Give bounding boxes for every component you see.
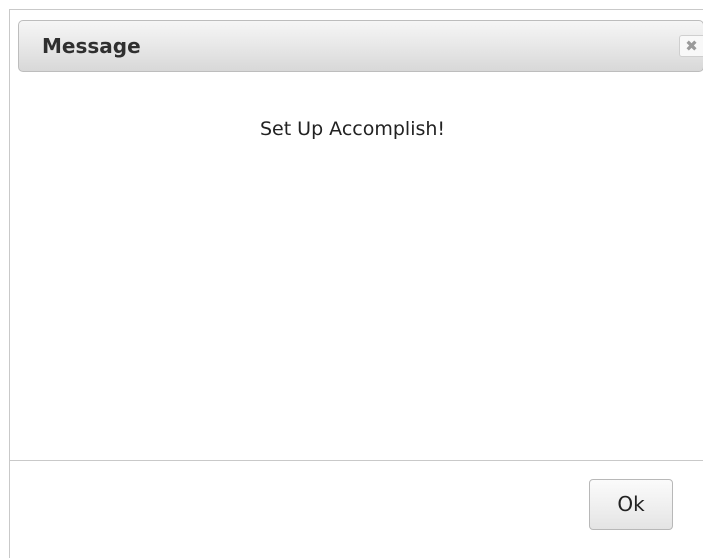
message-dialog: Message ✖ Set Up Accomplish! Ok	[9, 9, 703, 558]
dialog-content: Set Up Accomplish!	[10, 72, 703, 458]
dialog-message: Set Up Accomplish!	[259, 118, 446, 140]
dialog-titlebar: Message ✖	[18, 20, 703, 72]
dialog-title: Message	[42, 34, 141, 58]
dialog-footer-divider	[10, 460, 703, 461]
close-icon[interactable]: ✖	[685, 37, 698, 55]
close-button[interactable]: ✖	[679, 35, 703, 57]
ok-button[interactable]: Ok	[589, 479, 673, 530]
